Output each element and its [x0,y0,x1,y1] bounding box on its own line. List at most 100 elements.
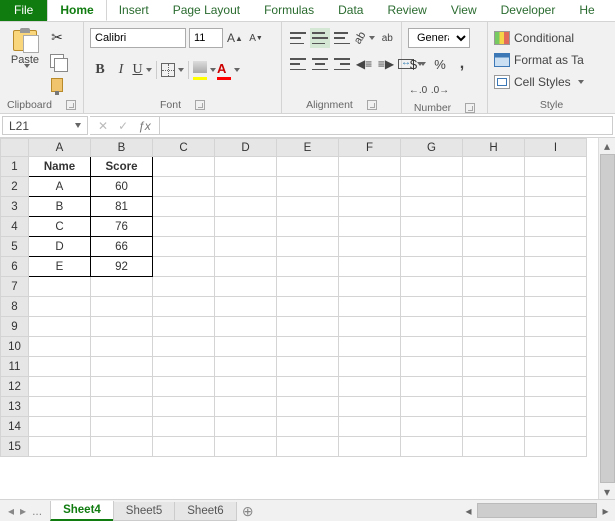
scroll-left-button[interactable]: ◂ [461,503,476,518]
cell-I5[interactable] [525,237,587,257]
cell-G15[interactable] [401,437,463,457]
row-header-14[interactable]: 14 [1,417,29,437]
copy-button[interactable] [48,52,66,70]
cell-E3[interactable] [277,197,339,217]
cell-A13[interactable] [29,397,91,417]
name-box-dropdown-icon[interactable] [75,123,81,128]
row-header-5[interactable]: 5 [1,237,29,257]
cell-E6[interactable] [277,257,339,277]
tab-insert[interactable]: Insert [107,0,161,21]
format-as-table-button[interactable]: Format as Ta [494,50,584,70]
bold-button[interactable]: B [90,60,110,80]
cell-F2[interactable] [339,177,401,197]
tab-data[interactable]: Data [326,0,375,21]
conditional-formatting-button[interactable]: Conditional [494,28,574,48]
accounting-format-button[interactable]: $ [408,54,428,74]
cell-C9[interactable] [153,317,215,337]
tab-file[interactable]: File [0,0,47,21]
select-all-corner[interactable] [1,139,29,157]
cell-D4[interactable] [215,217,277,237]
cell-I7[interactable] [525,277,587,297]
cell-D9[interactable] [215,317,277,337]
cell-G12[interactable] [401,377,463,397]
cell-G8[interactable] [401,297,463,317]
cell-C6[interactable] [153,257,215,277]
cell-H5[interactable] [463,237,525,257]
cell-F9[interactable] [339,317,401,337]
cell-B2[interactable]: 60 [91,177,153,197]
cell-A3[interactable]: B [29,197,91,217]
cell-A9[interactable] [29,317,91,337]
paste-dropdown-icon[interactable] [21,68,30,82]
sheet-nav-ellipsis[interactable]: ... [32,504,42,518]
cell-I10[interactable] [525,337,587,357]
clipboard-dialog-launcher[interactable] [66,100,76,110]
cell-H15[interactable] [463,437,525,457]
cell-A12[interactable] [29,377,91,397]
cell-B10[interactable] [91,337,153,357]
col-header-C[interactable]: C [153,139,215,157]
name-box[interactable]: L21 [2,116,88,135]
cell-E9[interactable] [277,317,339,337]
cell-H8[interactable] [463,297,525,317]
alignment-dialog-launcher[interactable] [367,100,377,110]
row-header-8[interactable]: 8 [1,297,29,317]
cell-E13[interactable] [277,397,339,417]
font-dialog-launcher[interactable] [195,100,205,110]
font-size-select[interactable] [189,28,223,48]
sheet-tab-sheet4[interactable]: Sheet4 [50,501,114,521]
cell-C5[interactable] [153,237,215,257]
cell-F14[interactable] [339,417,401,437]
cell-I6[interactable] [525,257,587,277]
cell-B8[interactable] [91,297,153,317]
enter-formula-button[interactable]: ✓ [118,119,128,133]
cell-H2[interactable] [463,177,525,197]
comma-format-button[interactable]: , [452,54,472,74]
cancel-formula-button[interactable]: ✕ [98,119,108,133]
cell-H14[interactable] [463,417,525,437]
cell-G1[interactable] [401,157,463,177]
cell-G11[interactable] [401,357,463,377]
cell-I15[interactable] [525,437,587,457]
col-header-F[interactable]: F [339,139,401,157]
tab-developer[interactable]: Developer [489,0,568,21]
cell-D13[interactable] [215,397,277,417]
cell-D1[interactable] [215,157,277,177]
cell-E14[interactable] [277,417,339,437]
font-name-select[interactable] [90,28,186,48]
cell-H7[interactable] [463,277,525,297]
vertical-scroll-thumb[interactable] [600,154,615,483]
align-left-button[interactable] [288,54,308,74]
align-middle-button[interactable] [310,28,330,48]
cell-G4[interactable] [401,217,463,237]
cell-I12[interactable] [525,377,587,397]
cell-C4[interactable] [153,217,215,237]
cell-E2[interactable] [277,177,339,197]
row-header-11[interactable]: 11 [1,357,29,377]
cell-C11[interactable] [153,357,215,377]
sheet-nav-prev[interactable]: ◂ [8,504,14,518]
horizontal-scroll-thumb[interactable] [477,503,597,518]
wrap-text-button[interactable]: ab [377,28,397,48]
cell-B1[interactable]: Score [91,157,153,177]
cell-C7[interactable] [153,277,215,297]
underline-button[interactable]: U [132,60,152,80]
tab-page-layout[interactable]: Page Layout [161,0,252,21]
cell-F13[interactable] [339,397,401,417]
cell-C15[interactable] [153,437,215,457]
col-header-D[interactable]: D [215,139,277,157]
cell-A4[interactable]: C [29,217,91,237]
tab-review[interactable]: Review [375,0,438,21]
cell-C10[interactable] [153,337,215,357]
cell-I11[interactable] [525,357,587,377]
cell-D5[interactable] [215,237,277,257]
row-header-1[interactable]: 1 [1,157,29,177]
cell-styles-button[interactable]: Cell Styles [494,72,584,92]
cell-C2[interactable] [153,177,215,197]
cell-F4[interactable] [339,217,401,237]
row-header-10[interactable]: 10 [1,337,29,357]
cell-F1[interactable] [339,157,401,177]
cell-G13[interactable] [401,397,463,417]
cell-A14[interactable] [29,417,91,437]
cut-button[interactable]: ✂ [48,28,66,46]
